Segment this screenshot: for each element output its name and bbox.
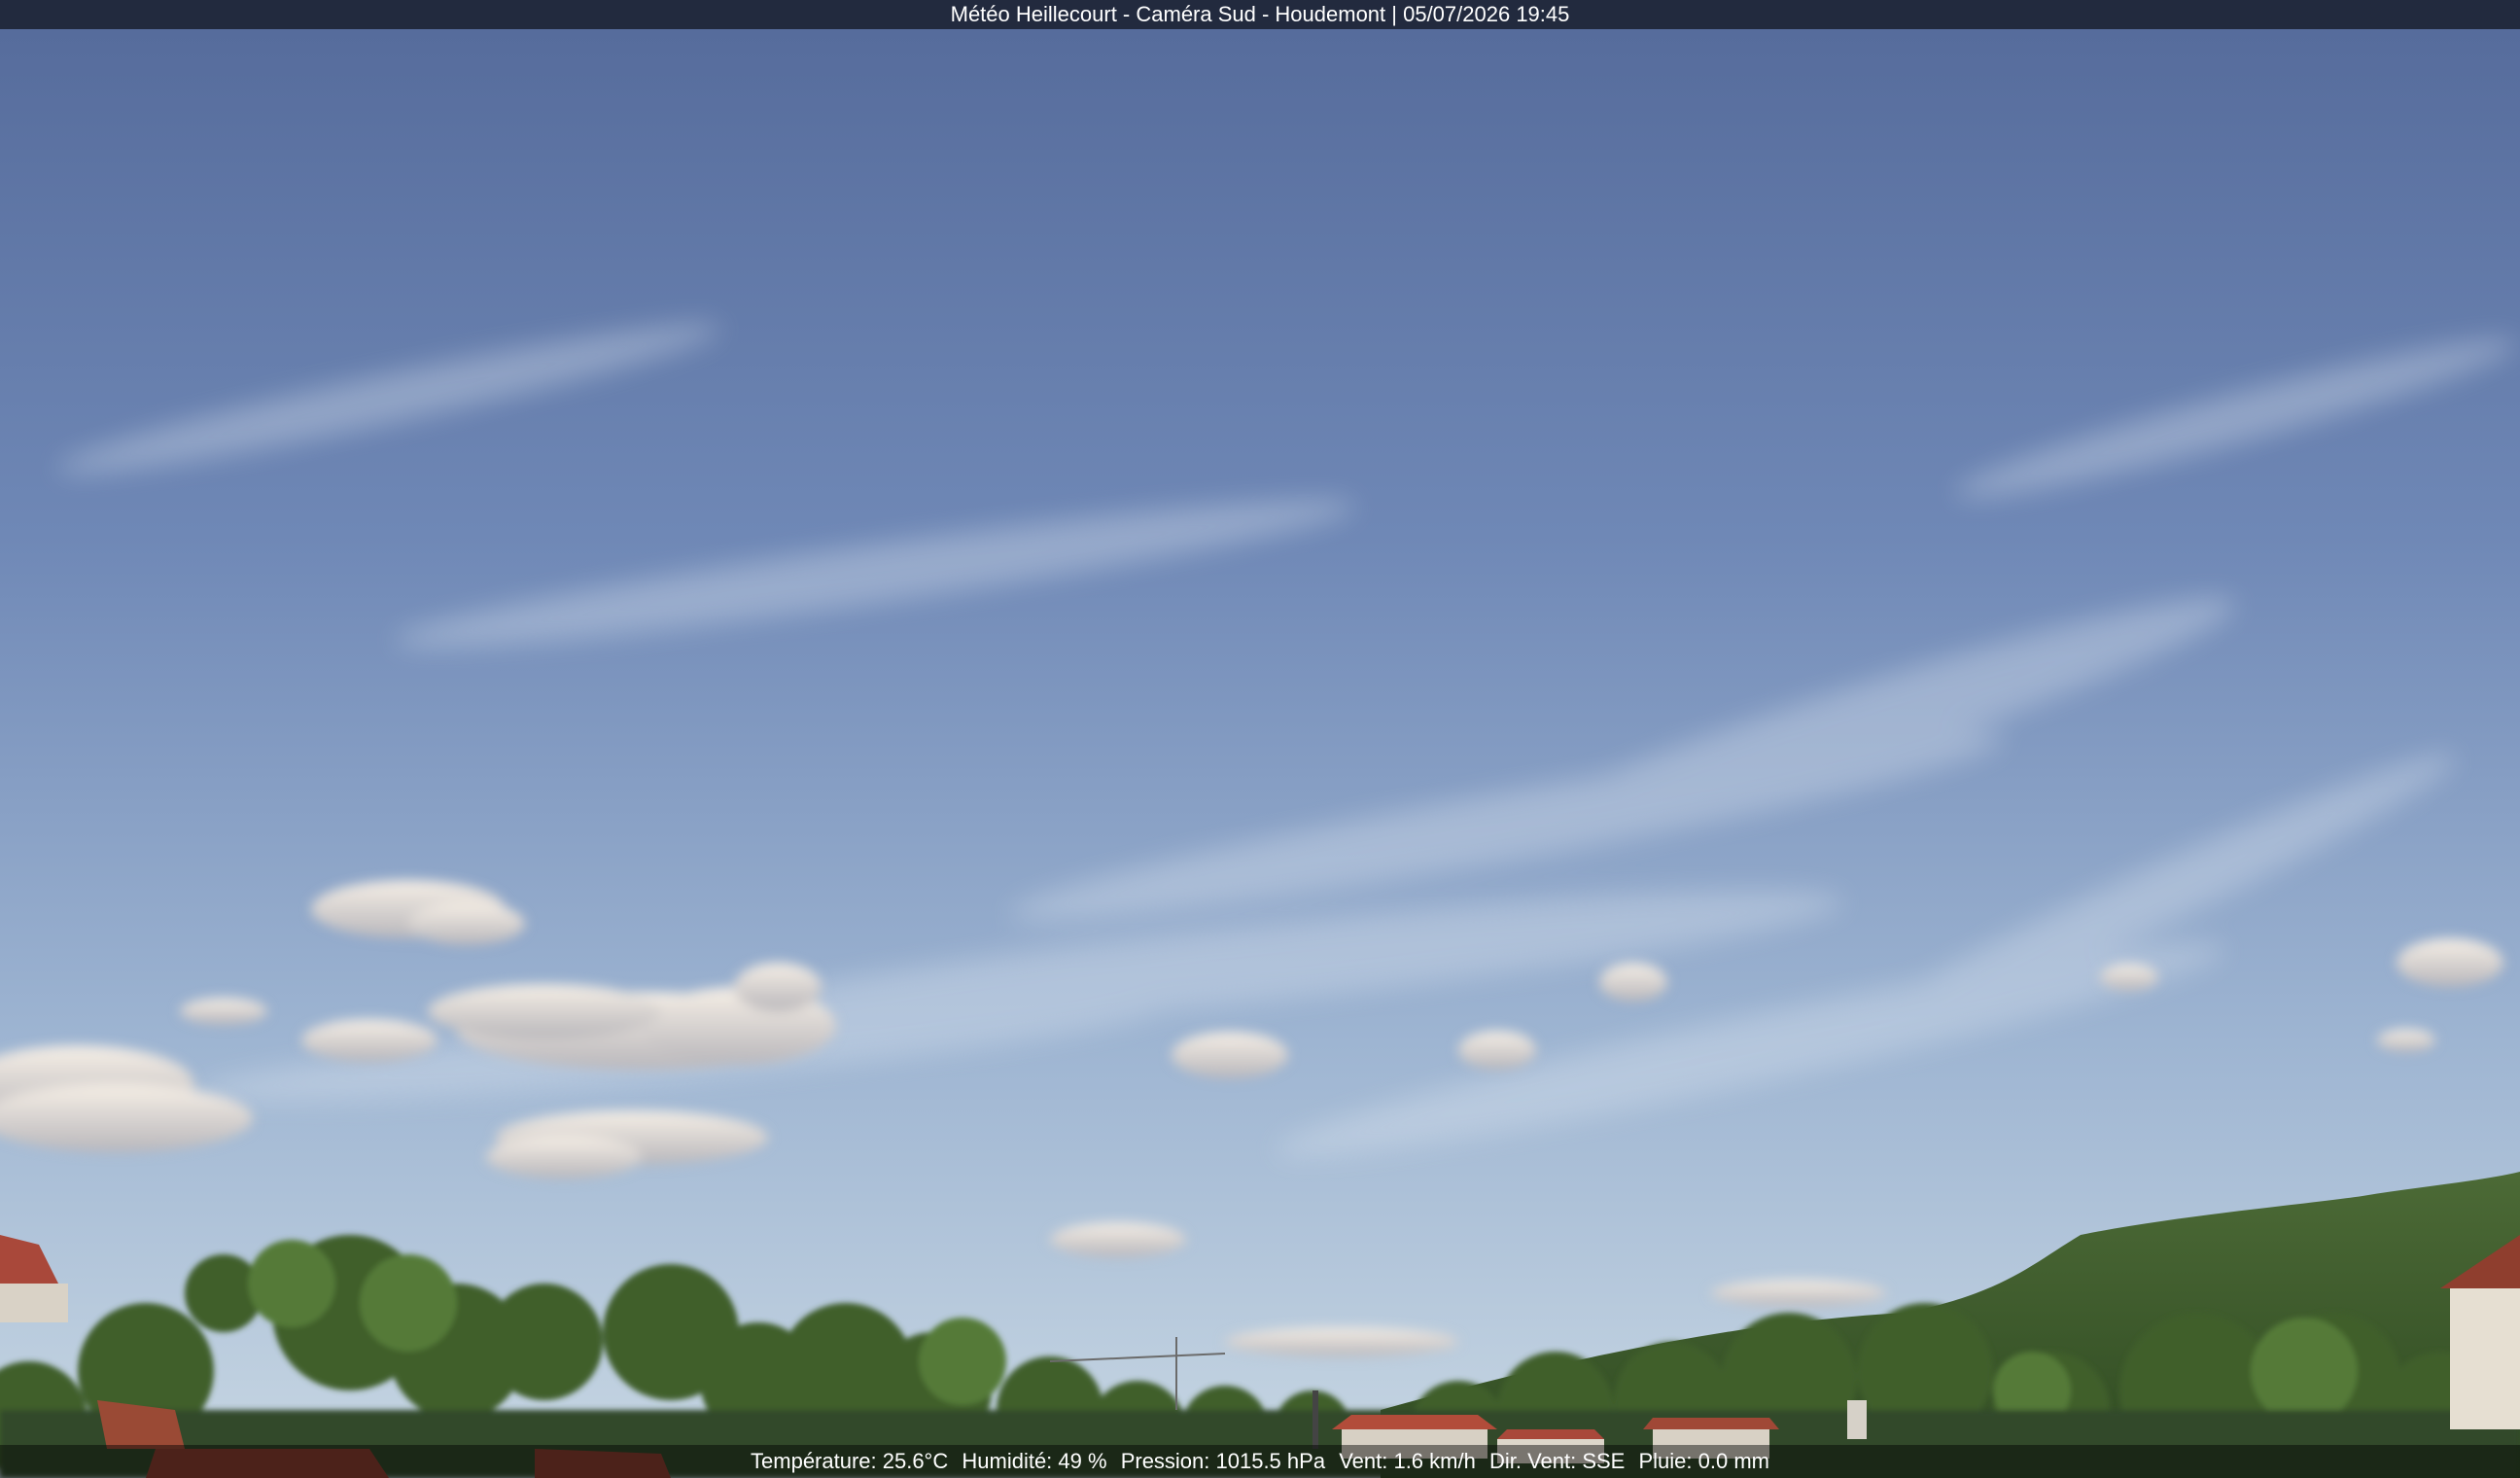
wind-direction-reading: Dir. Vent: SSE — [1488, 1449, 1626, 1473]
pressure-reading: Pression: 1015.5 hPa — [1120, 1449, 1326, 1473]
webcam-image — [0, 29, 2520, 1478]
rain-reading: Pluie: 0.0 mm — [1638, 1449, 1769, 1473]
weather-info-bar: Température: 25.6°C Humidité: 49 % Press… — [0, 1445, 2520, 1478]
temperature-reading: Température: 25.6°C — [751, 1449, 949, 1473]
wind-speed-reading: Vent: 1.6 km/h — [1339, 1449, 1476, 1473]
humidity-reading: Humidité: 49 % — [962, 1449, 1107, 1473]
webcam-frame: Météo Heillecourt - Caméra Sud - Houdemo… — [0, 0, 2520, 1478]
camera-title-overlay: Météo Heillecourt - Caméra Sud - Houdemo… — [0, 0, 2520, 29]
